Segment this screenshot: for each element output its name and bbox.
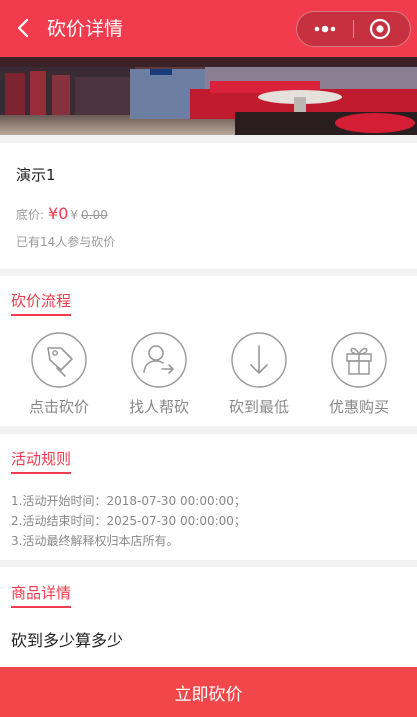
product-info-card: 演示1 底价: ¥0 ¥0.00 已有14人参与砍价	[0, 143, 417, 269]
target-circle-icon[interactable]	[368, 17, 392, 41]
step-discount-purchase: 优惠购买	[314, 332, 404, 417]
current-price: ¥0	[48, 204, 69, 223]
step-click-bargain: 点击砍价	[14, 332, 104, 417]
step-find-helpers: 找人帮砍	[114, 332, 204, 417]
rule-item: 1.活动开始时间：2018-07-30 00:00:00；	[11, 494, 246, 508]
arrow-down-icon	[231, 332, 287, 388]
step-label: 砍到最低	[228, 398, 289, 416]
capsule-divider	[353, 20, 354, 38]
bargain-now-button[interactable]: 立即砍价	[0, 667, 417, 717]
section-title-flow: 砍价流程	[11, 291, 72, 316]
rule-item: 3.活动最终解释权归本店所有。	[11, 534, 179, 548]
more-dots-icon[interactable]	[309, 19, 341, 39]
product-detail-card: 商品详情 砍到多少算多少	[0, 567, 417, 667]
miniprogram-capsule	[296, 11, 411, 47]
step-label: 找人帮砍	[128, 398, 189, 416]
detail-text: 砍到多少算多少	[11, 631, 124, 650]
section-title-detail: 商品详情	[11, 583, 72, 608]
rule-item: 2.活动结束时间：2025-07-30 00:00:00；	[11, 514, 246, 528]
rules-list: 1.活动开始时间：2018-07-30 00:00:00； 2.活动结束时间：2…	[11, 491, 246, 551]
section-title-rules: 活动规则	[11, 449, 72, 474]
tag-icon	[31, 332, 87, 388]
original-price-value: 0.00	[81, 208, 108, 222]
step-label: 优惠购买	[328, 398, 389, 416]
gift-icon	[331, 332, 387, 388]
activity-rules-card: 活动规则 1.活动开始时间：2018-07-30 00:00:00； 2.活动结…	[0, 434, 417, 560]
chevron-left-icon[interactable]	[10, 14, 38, 42]
ktv-room-image	[0, 57, 417, 135]
product-name: 演示1	[16, 166, 56, 184]
user-share-icon	[131, 332, 187, 388]
step-reach-lowest: 砍到最低	[214, 332, 304, 417]
participants-count: 已有14人参与砍价	[16, 235, 116, 249]
step-label: 点击砍价	[28, 398, 89, 416]
price-row: 底价: ¥0 ¥0.00	[16, 204, 108, 228]
original-price: ¥0.00	[70, 208, 107, 222]
original-currency: ¥	[70, 208, 79, 222]
page-title: 砍价详情	[47, 18, 124, 40]
navigation-bar: 砍价详情	[0, 0, 417, 57]
bargain-flow-card: 砍价流程 点击砍价 找人帮砍 砍到最低 优惠购买	[0, 276, 417, 426]
price-label: 底价:	[16, 208, 45, 222]
